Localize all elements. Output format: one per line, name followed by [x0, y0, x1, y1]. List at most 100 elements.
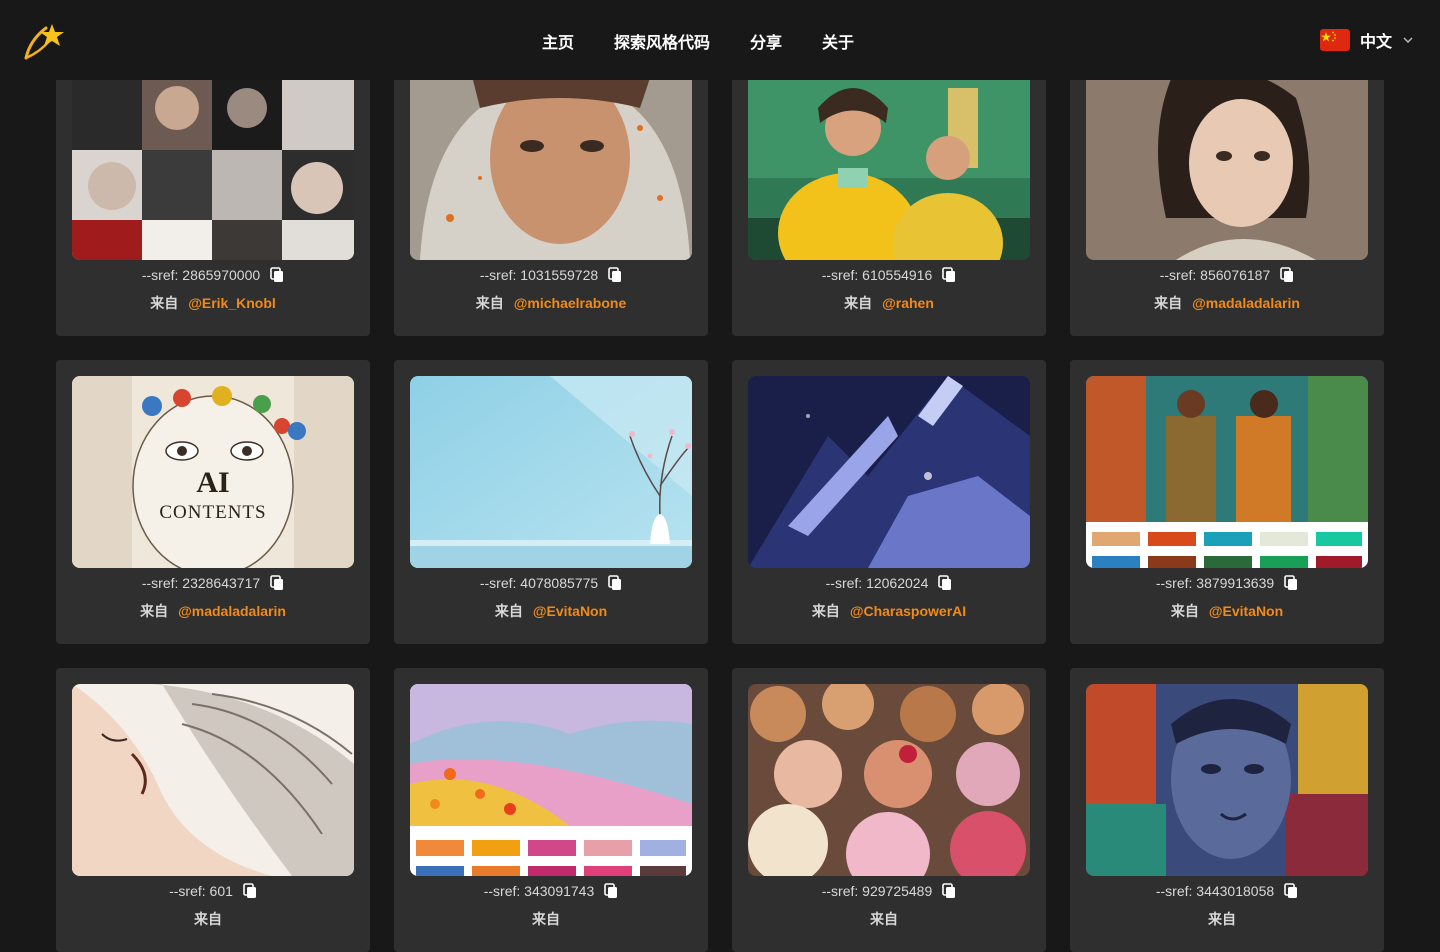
copy-icon[interactable] [942, 267, 956, 283]
author-row: 来自 @EvitaNon [1070, 597, 1384, 625]
style-card: --sref: 3879913639 来自 @EvitaNon [1070, 360, 1384, 644]
sref-code: --sref: 2328643717 [141, 575, 261, 591]
style-card: --sref: 3443018058 来自 [1070, 668, 1384, 952]
copy-icon[interactable] [1284, 883, 1298, 899]
sref-code-row: --sref: 610554916 [732, 261, 1046, 289]
style-thumbnail[interactable] [410, 376, 692, 568]
style-card: --sref: 4078085775 来自 @EvitaNon [394, 360, 708, 644]
copy-icon[interactable] [608, 575, 622, 591]
author-row: 来自 @rahen [732, 289, 1046, 317]
language-label: 中文 [1359, 34, 1392, 51]
author-row: 来自 [56, 905, 370, 933]
from-label: 来自 [150, 295, 179, 311]
copy-icon[interactable] [608, 267, 622, 283]
sref-code: --sref: 2865970000 [141, 267, 261, 283]
sref-code-row: --sref: 4078085775 [394, 569, 708, 597]
sref-code-row: --sref: 12062024 [732, 569, 1046, 597]
sref-code: --sref: 3443018058 [1155, 883, 1275, 899]
sref-code: --sref: 1031559728 [479, 267, 599, 283]
sref-code: --sref: 4078085775 [479, 575, 599, 591]
style-thumbnail[interactable] [748, 684, 1030, 876]
author-link[interactable]: @EvitaNon [1209, 603, 1283, 619]
nav-share[interactable]: 分享 [750, 29, 782, 53]
sref-code: --sref: 12062024 [825, 575, 929, 591]
style-thumbnail[interactable] [410, 68, 692, 260]
author-row: 来自 @michaelrabone [394, 289, 708, 317]
author-row: 来自 [1070, 905, 1384, 933]
nav-about[interactable]: 关于 [822, 29, 854, 53]
style-thumbnail[interactable] [72, 684, 354, 876]
chevron-down-icon [1403, 37, 1413, 44]
author-row: 来自 @madaladalarin [1070, 289, 1384, 317]
from-label: 来自 [844, 295, 873, 311]
language-selector[interactable]: 中文 [1319, 27, 1414, 53]
copy-icon[interactable] [938, 575, 952, 591]
author-row: 来自 @CharaspowerAI [732, 597, 1046, 625]
author-link[interactable]: @madaladalarin [178, 603, 286, 619]
style-thumbnail[interactable] [1086, 376, 1368, 568]
style-card: --sref: 12062024 来自 @CharaspowerAI [732, 360, 1046, 644]
author-link[interactable]: @CharaspowerAI [850, 603, 966, 619]
from-label: 来自 [1154, 295, 1183, 311]
copy-icon[interactable] [1284, 575, 1298, 591]
copy-icon[interactable] [270, 267, 284, 283]
style-card: AI CONTENTS --sref: 2328643717 来自 @madal… [56, 360, 370, 644]
author-row: 来自 [394, 905, 708, 933]
style-card: --sref: 1031559728 来自 @michaelrabone [394, 52, 708, 336]
author-row: 来自 @Erik_Knobl [56, 289, 370, 317]
style-thumbnail[interactable] [72, 68, 354, 260]
author-link[interactable]: @rahen [882, 295, 934, 311]
sref-code-row: --sref: 856076187 [1070, 261, 1384, 289]
style-code-grid: --sref: 2865970000 来自 @Erik_Knobl --sref… [0, 0, 1440, 952]
copy-icon[interactable] [270, 575, 284, 591]
author-row: 来自 @EvitaNon [394, 597, 708, 625]
copy-icon[interactable] [604, 883, 618, 899]
style-card: --sref: 2865970000 来自 @Erik_Knobl [56, 52, 370, 336]
from-label: 来自 [1170, 603, 1199, 619]
image-text-ai: AI [196, 466, 229, 499]
from-label: 来自 [1208, 911, 1236, 927]
site-header: 主页 探索风格代码 分享 关于 中文 [0, 0, 1440, 80]
sref-code-row: --sref: 1031559728 [394, 261, 708, 289]
nav-home[interactable]: 主页 [542, 29, 574, 53]
author-row: 来自 [732, 905, 1046, 933]
style-thumbnail[interactable] [1086, 684, 1368, 876]
main-nav: 主页 探索风格代码 分享 关于 [0, 0, 1440, 80]
from-label: 来自 [475, 295, 504, 311]
style-thumbnail[interactable]: AI CONTENTS [72, 376, 354, 568]
style-thumbnail[interactable] [748, 376, 1030, 568]
sref-code-row: --sref: 601 [56, 877, 370, 905]
sref-code-row: --sref: 2865970000 [56, 261, 370, 289]
sref-code: --sref: 856076187 [1159, 267, 1271, 283]
author-link[interactable]: @Erik_Knobl [188, 295, 276, 311]
style-thumbnail[interactable] [748, 68, 1030, 260]
author-row: 来自 @madaladalarin [56, 597, 370, 625]
sref-code: --sref: 343091743 [483, 883, 595, 899]
copy-icon[interactable] [1280, 267, 1294, 283]
author-link[interactable]: @EvitaNon [533, 603, 607, 619]
style-card: --sref: 610554916 来自 @rahen [732, 52, 1046, 336]
author-link[interactable]: @madaladalarin [1192, 295, 1300, 311]
sref-code-row: --sref: 929725489 [732, 877, 1046, 905]
sref-code-row: --sref: 3879913639 [1070, 569, 1384, 597]
style-card: --sref: 343091743 来自 [394, 668, 708, 952]
author-link[interactable]: @michaelrabone [514, 295, 626, 311]
from-label: 来自 [194, 911, 222, 927]
nav-explore-style-codes[interactable]: 探索风格代码 [614, 29, 710, 53]
sref-code: --sref: 601 [169, 883, 233, 899]
sref-code: --sref: 929725489 [821, 883, 933, 899]
from-label: 来自 [494, 603, 523, 619]
sref-code: --sref: 3879913639 [1155, 575, 1275, 591]
copy-icon[interactable] [942, 883, 956, 899]
copy-icon[interactable] [243, 883, 257, 899]
style-card: --sref: 601 来自 [56, 668, 370, 952]
china-flag-icon [1319, 29, 1350, 51]
sref-code-row: --sref: 343091743 [394, 877, 708, 905]
sref-code-row: --sref: 3443018058 [1070, 877, 1384, 905]
style-card: --sref: 856076187 来自 @madaladalarin [1070, 52, 1384, 336]
style-thumbnail[interactable] [1086, 68, 1368, 260]
style-thumbnail[interactable] [410, 684, 692, 876]
from-label: 来自 [140, 603, 169, 619]
from-label: 来自 [811, 603, 840, 619]
shooting-star-logo-icon[interactable] [22, 18, 66, 62]
